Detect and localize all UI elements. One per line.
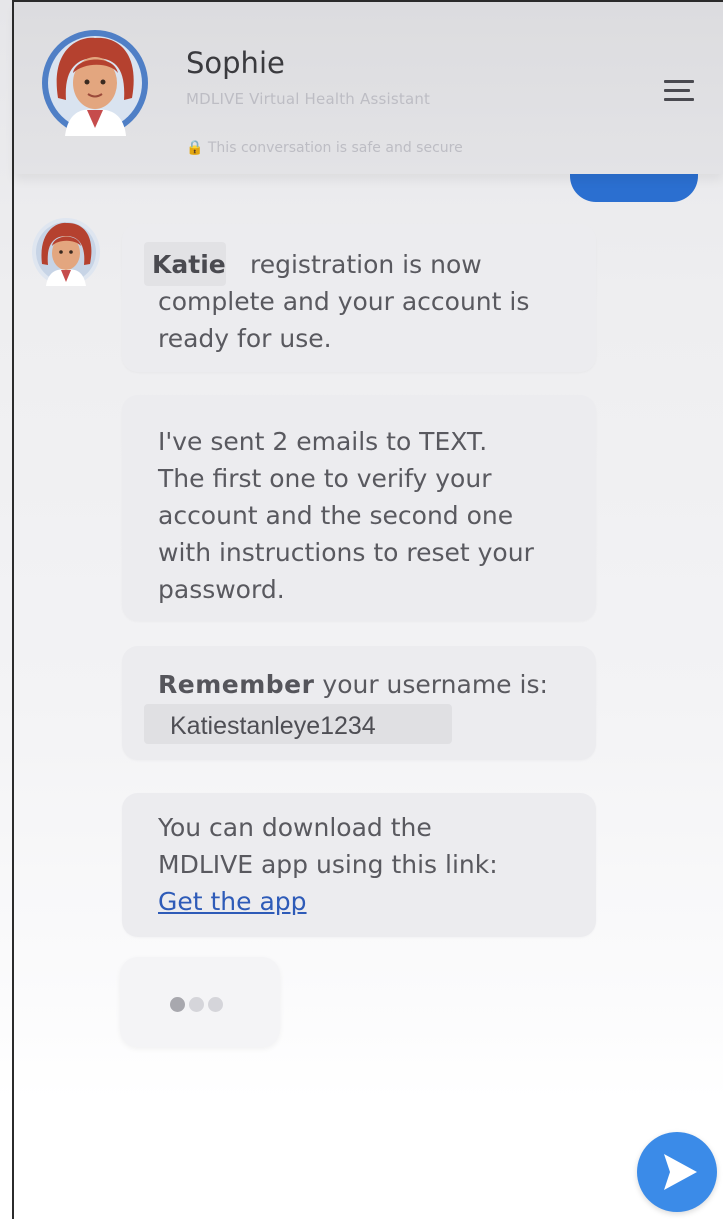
message-text: I've sent 2 emails to TEXT. The first on…	[158, 423, 588, 608]
remember-emphasis: Remember	[158, 670, 315, 699]
message-text-line: registration is now	[250, 250, 482, 279]
message-text: You can download the MDLIVE app using th…	[158, 809, 588, 920]
typing-indicator	[120, 957, 280, 1047]
send-arrow-icon	[664, 1154, 697, 1190]
frame-border-left	[12, 0, 14, 1219]
assistant-avatar-icon	[42, 30, 148, 136]
typing-dot-icon	[208, 997, 223, 1012]
typing-dot-icon	[170, 997, 185, 1012]
assistant-name: Sophie	[186, 46, 285, 80]
typing-dot-icon	[189, 997, 204, 1012]
secure-conversation-note: 🔒 This conversation is safe and secure	[186, 140, 463, 156]
get-the-app-link[interactable]: Get the app	[158, 887, 307, 916]
hamburger-menu-icon[interactable]	[664, 78, 698, 104]
app-frame: Sophie MDLIVE Virtual Health Assistant 🔒…	[0, 0, 723, 1219]
chat-header: Sophie MDLIVE Virtual Health Assistant 🔒…	[14, 2, 723, 174]
assistant-message-registration: Katie registration is now complete and y…	[122, 224, 596, 372]
assistant-message-avatar-icon	[32, 218, 100, 286]
message-text-line: I've sent 2 emails to TEXT.	[158, 427, 488, 456]
message-text-line: complete and your account is	[158, 287, 530, 316]
assistant-message-username: Remember your username is: Katiestanleye…	[122, 646, 596, 760]
message-text-line: You can download the	[158, 813, 432, 842]
message-text-line: with instructions to reset your	[158, 538, 534, 567]
assistant-message-emails-sent: I've sent 2 emails to TEXT. The first on…	[122, 395, 596, 621]
user-first-name: Katie	[152, 250, 226, 279]
assistant-message-download-app: You can download the MDLIVE app using th…	[122, 793, 596, 937]
assistant-subtitle: MDLIVE Virtual Health Assistant	[186, 90, 431, 108]
message-text-line: The first one to verify your	[158, 464, 492, 493]
message-text-line: ready for use.	[158, 324, 332, 353]
username-value: Katiestanleye1234	[170, 712, 376, 740]
message-text-line: account and the second one	[158, 501, 514, 530]
message-text-rest: your username is:	[314, 670, 548, 699]
message-text-line: MDLIVE app using this link:	[158, 850, 498, 879]
send-button[interactable]	[637, 1132, 717, 1212]
message-text-line: Remember your username is:	[158, 666, 548, 703]
message-text-line: password.	[158, 575, 285, 604]
